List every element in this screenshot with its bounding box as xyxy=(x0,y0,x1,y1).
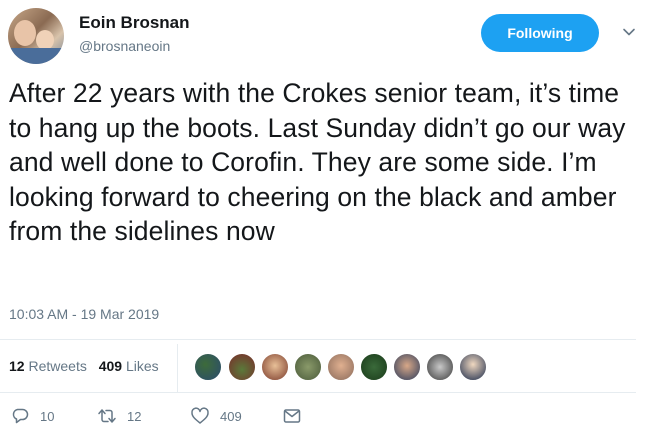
liker-avatar[interactable] xyxy=(194,353,222,381)
like-icon xyxy=(191,407,209,424)
retweets-count: 12 xyxy=(9,358,25,374)
like-count: 409 xyxy=(220,408,242,424)
tweet-actions: 10 12 409 xyxy=(10,404,610,428)
likes-stat[interactable]: 409 Likes xyxy=(99,358,159,374)
direct-message-button[interactable] xyxy=(282,404,312,428)
tweet-timestamp[interactable]: 10:03 AM - 19 Mar 2019 xyxy=(9,306,159,322)
like-button[interactable]: 409 xyxy=(190,404,242,428)
retweet-icon xyxy=(98,409,116,423)
divider xyxy=(0,339,636,340)
following-button[interactable]: Following xyxy=(481,14,599,52)
reply-count: 10 xyxy=(40,408,55,424)
liker-avatar[interactable] xyxy=(294,353,322,381)
liker-avatar[interactable] xyxy=(426,353,454,381)
likes-count: 409 xyxy=(98,358,123,374)
author-display-name[interactable]: Eoin Brosnan xyxy=(79,12,190,34)
retweet-button[interactable]: 12 xyxy=(97,404,141,428)
message-icon xyxy=(283,409,301,423)
tweet-stats: 12 Retweets 409 Likes xyxy=(9,358,167,374)
divider xyxy=(0,392,636,393)
author-avatar[interactable] xyxy=(8,8,64,64)
reply-icon xyxy=(12,408,29,424)
reply-button[interactable]: 10 xyxy=(10,404,54,428)
retweets-stat[interactable]: 12 Retweets xyxy=(9,358,87,374)
tweet-text: After 22 years with the Crokes senior te… xyxy=(9,78,626,246)
liker-avatar[interactable] xyxy=(327,353,355,381)
liker-avatar[interactable] xyxy=(228,353,256,381)
liker-avatar[interactable] xyxy=(459,353,487,381)
author-handle[interactable]: @brosnaneoin xyxy=(79,36,190,56)
chevron-down-icon[interactable] xyxy=(621,24,637,40)
liker-avatar[interactable] xyxy=(393,353,421,381)
stats-separator xyxy=(177,344,178,392)
likes-label: Likes xyxy=(125,358,159,374)
retweets-label: Retweets xyxy=(28,358,87,374)
tweet-header: Eoin Brosnan @brosnaneoin Following xyxy=(8,8,642,66)
author-names[interactable]: Eoin Brosnan @brosnaneoin xyxy=(79,12,190,56)
retweet-count: 12 xyxy=(127,408,142,424)
liker-avatar[interactable] xyxy=(261,353,289,381)
liker-avatar[interactable] xyxy=(360,353,388,381)
